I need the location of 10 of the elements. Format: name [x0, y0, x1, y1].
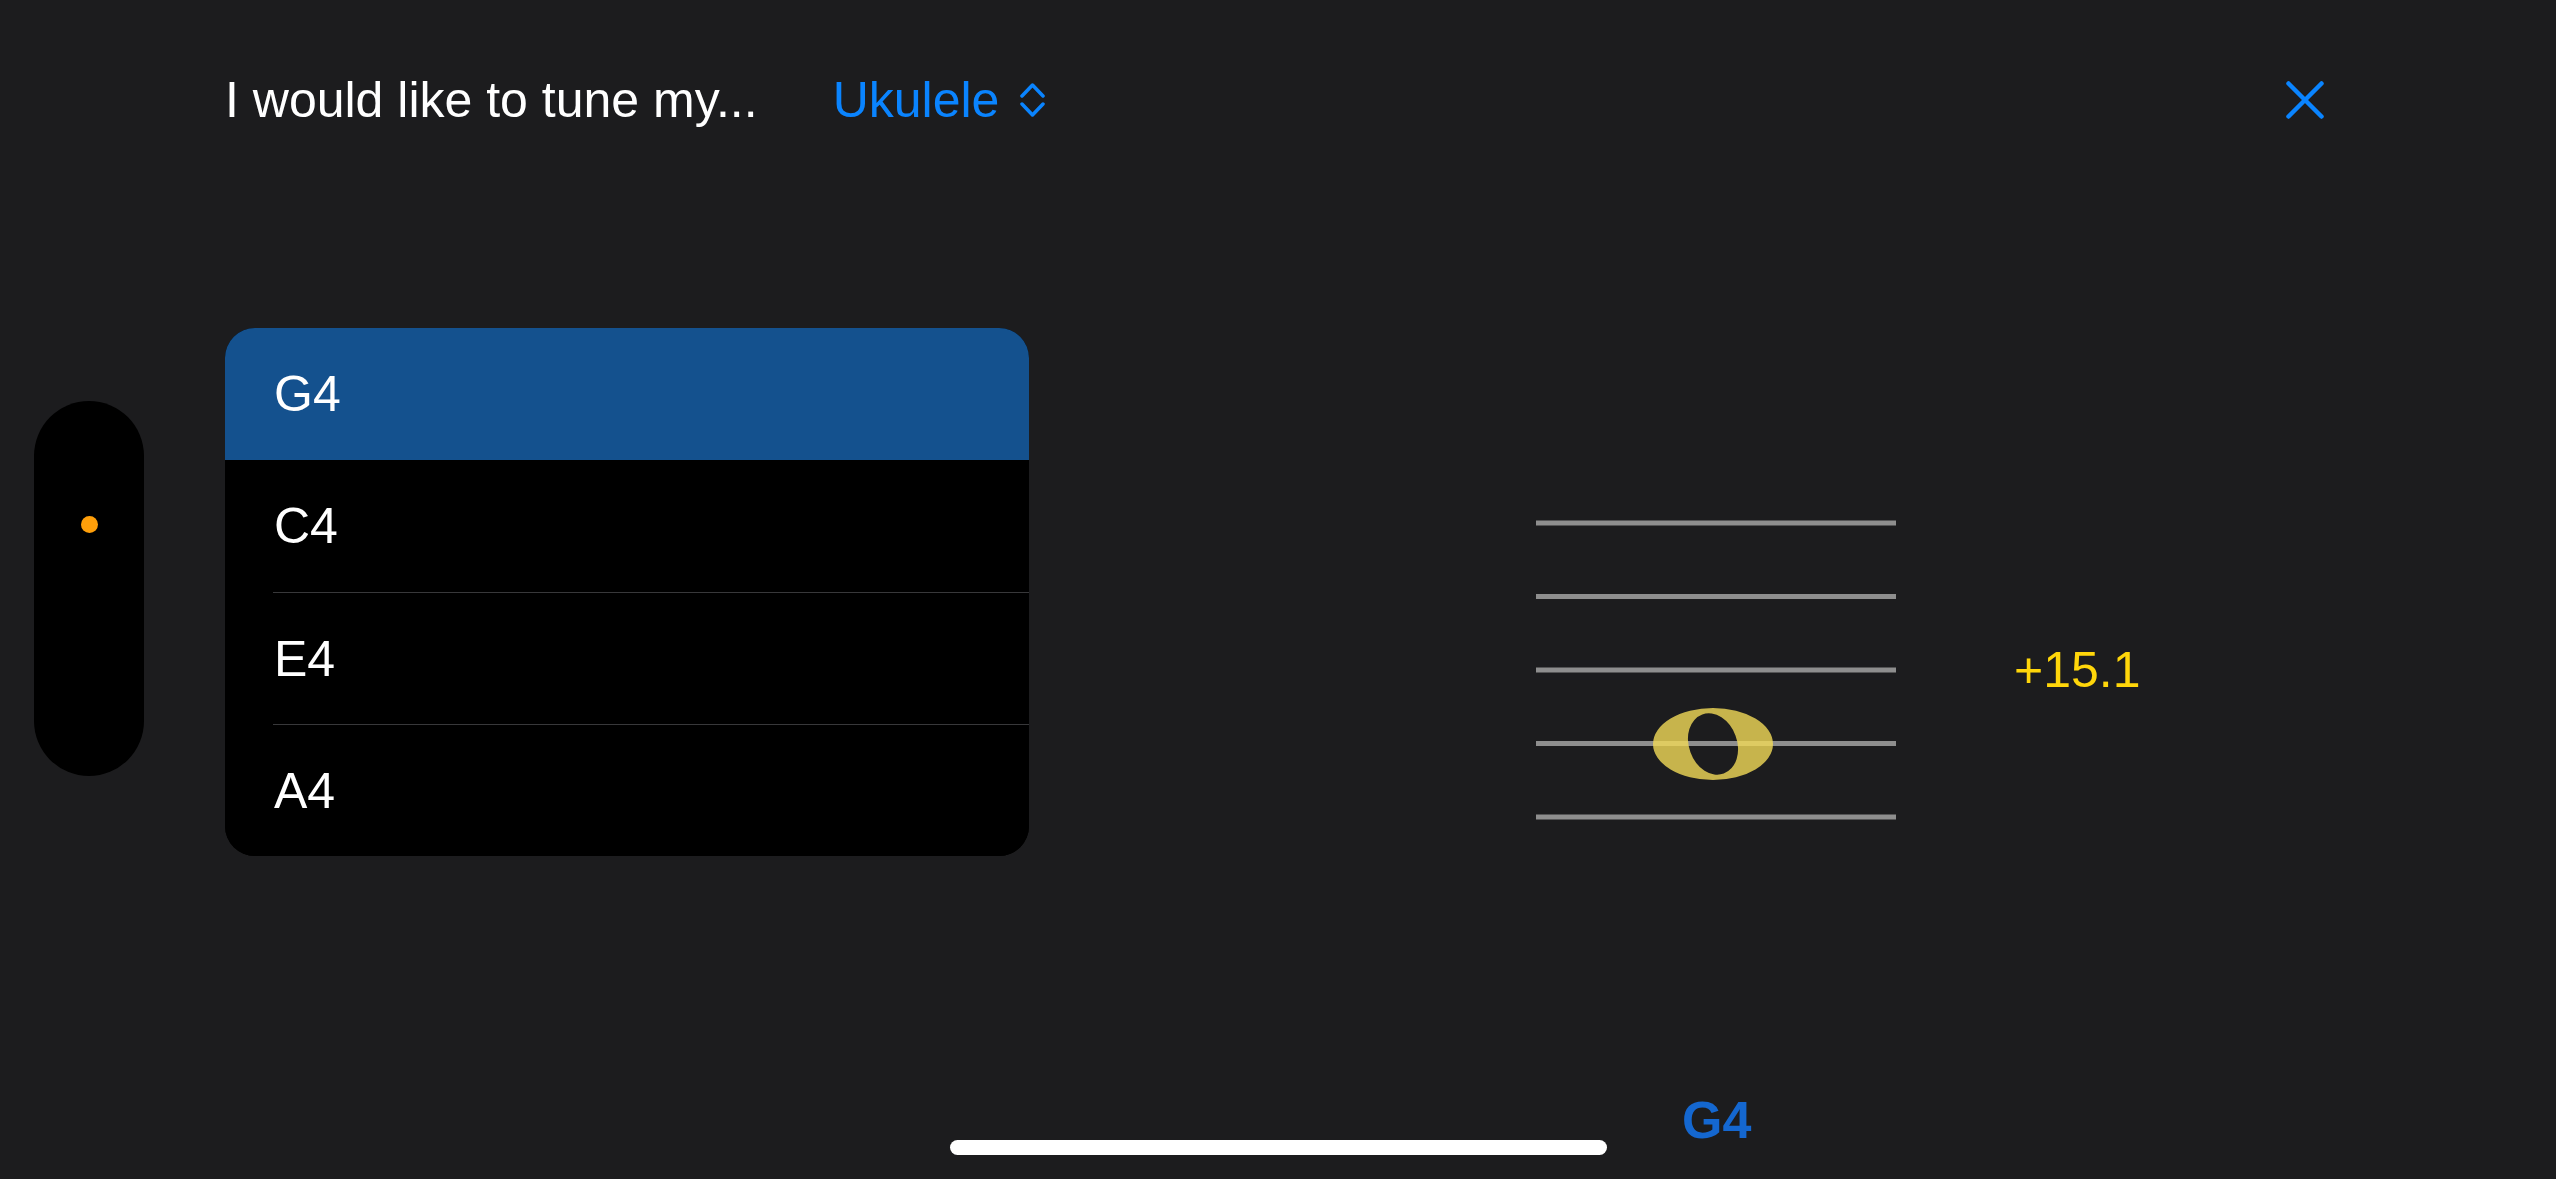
close-icon [2286, 81, 2324, 119]
string-option[interactable]: A4 [225, 724, 1029, 856]
string-option[interactable]: G4 [225, 328, 1029, 460]
instrument-picker[interactable]: Ukulele [832, 75, 1046, 125]
prompt-text: I would like to tune my... [225, 75, 758, 125]
whole-note-icon [1653, 708, 1773, 780]
cents-reading: +15.1 [2014, 645, 2141, 695]
close-button[interactable] [2286, 81, 2324, 119]
up-down-chevron-icon [1020, 83, 1046, 117]
detected-note: G4 [1682, 1094, 1752, 1146]
